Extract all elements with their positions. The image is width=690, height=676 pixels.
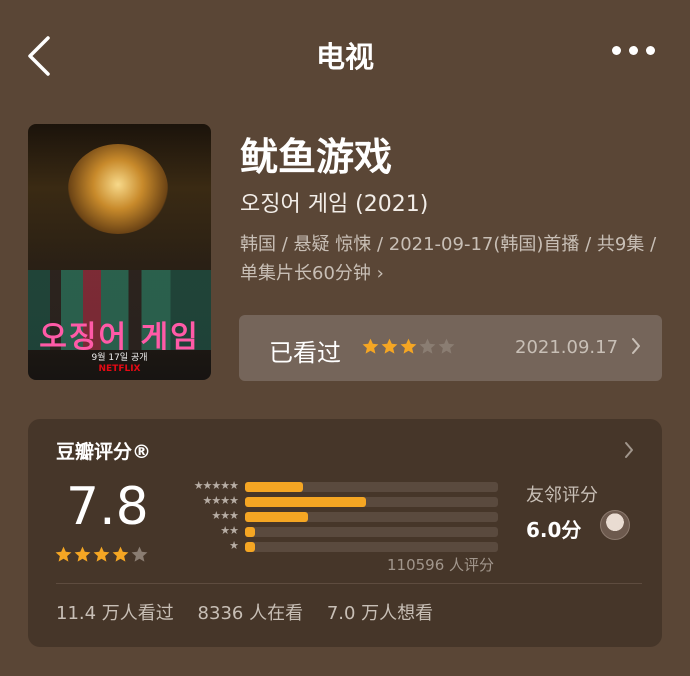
douban-rating-card[interactable]: 豆瓣评分® 7.8 ★★★★★ ★★★★ ★★★ ★★ ★ 110596 人评分 友邻评… [28, 419, 662, 647]
rating-score: 7.8 [66, 477, 149, 537]
chevron-right-icon: › [376, 263, 384, 284]
rating-bar-fill [245, 542, 256, 552]
star-filled-icon [399, 337, 418, 356]
star-filled-icon [111, 545, 130, 564]
stat-watched: 11.4 万人看过 [56, 603, 174, 624]
star-filled-icon [73, 545, 92, 564]
show-title: 鱿鱼游戏 [240, 135, 393, 179]
original-title: 오징어 게임 (2021) [240, 192, 429, 217]
rating-bar-fill [245, 497, 367, 507]
rating-bar-track [245, 542, 498, 552]
rating-count: 110596 人评分 [387, 556, 495, 574]
rating-bar-track [245, 512, 498, 522]
star-filled-icon [92, 545, 111, 564]
watch-stats: 11.4 万人看过 8336 人在看 7.0 万人想看 [56, 599, 451, 625]
nav-bar: 电视 [0, 0, 690, 110]
watched-date: 2021.09.17 [515, 337, 619, 358]
stat-want: 7.0 万人想看 [326, 603, 434, 624]
rating-bar-fill [245, 527, 256, 537]
watched-label: 已看过 [269, 339, 341, 367]
star-filled-icon [380, 337, 399, 356]
poster-image[interactable]: 오징어 게임 9월 17일 공개 NETFLIX [28, 124, 211, 380]
rating-bar-track [245, 497, 498, 507]
friend-rating-score: 6.0分 [526, 518, 582, 542]
rating-bar-fill [245, 482, 304, 492]
poster-brand: NETFLIX [98, 364, 141, 374]
star-empty-icon [130, 545, 149, 564]
rating-bar-stars: ★★★ [211, 509, 239, 522]
rating-bar-stars: ★★★★ [202, 494, 239, 507]
rating-bar-track [245, 482, 498, 492]
avatar[interactable] [600, 510, 630, 540]
star-empty-icon [418, 337, 437, 356]
more-horizontal-icon [612, 46, 621, 55]
rating-bar-stars: ★★ [220, 524, 239, 537]
friend-rating-label: 友邻评分 [526, 485, 598, 506]
show-meta[interactable]: 韩国 / 悬疑 惊悚 / 2021-09-17(韩国)首播 / 共9集 / 单集… [240, 230, 665, 288]
rating-stars [54, 545, 149, 568]
divider [56, 583, 642, 584]
chevron-right-icon [625, 442, 633, 458]
star-empty-icon [437, 337, 456, 356]
rating-bar-fill [245, 512, 309, 522]
watched-status-button[interactable]: 已看过 2021.09.17 [239, 315, 662, 381]
my-rating-stars [361, 337, 456, 360]
poster-subtitle: 9월 17일 공개 [91, 353, 148, 363]
rating-bar-stars: ★★★★★ [193, 479, 239, 492]
rating-header: 豆瓣评分® [56, 441, 152, 463]
chevron-right-icon [632, 338, 640, 354]
rating-bar-track [245, 527, 498, 537]
more-button[interactable] [612, 46, 656, 60]
stat-watching: 8336 人在看 [197, 603, 304, 624]
rating-bar-stars: ★ [229, 539, 239, 552]
star-filled-icon [54, 545, 73, 564]
page-title: 电视 [315, 40, 374, 74]
star-filled-icon [361, 337, 380, 356]
